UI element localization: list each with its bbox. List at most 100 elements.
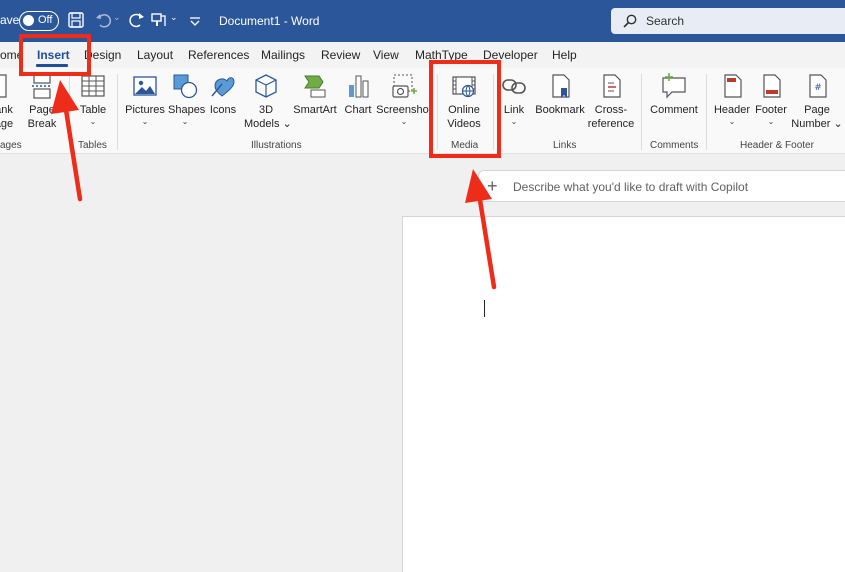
shapes-label: Shapes [168,104,206,116]
ribbon-tabs: ome Insert Design Layout References Mail… [0,42,845,68]
blank-page-label-2: age [0,118,14,130]
table-dropdown-icon: ⌄ [89,117,97,126]
cross-reference-label-1: Cross- [594,104,628,116]
blank-page-button[interactable]: ank age [0,72,18,131]
header-icon [724,74,742,98]
online-videos-highlight [429,60,501,158]
copilot-prompt-text: Describe what you'd like to draft with C… [513,180,749,194]
redo-icon[interactable] [126,10,146,30]
cross-reference-button[interactable]: Cross- reference [587,72,635,131]
toggle-state: Off [38,14,53,26]
bookmark-label: Bookmark [535,104,585,116]
page-number-button[interactable]: # Page Number ⌄ [791,72,843,131]
undo-icon[interactable] [94,10,114,30]
insert-tab-highlight [19,34,91,76]
comment-label: Comment [650,104,698,116]
page-number-label-2: Number ⌄ [791,118,843,130]
page-number-label-text: Number [791,118,831,130]
group-header-footer-label: Header & Footer [740,140,814,151]
blank-page-icon [0,74,7,98]
tab-mailings[interactable]: Mailings [261,48,305,62]
table-icon [81,75,105,97]
cross-reference-label-2: reference [587,118,635,130]
page-break-button[interactable]: Page Break [27,72,57,131]
icons-icon [211,77,235,97]
3d-models-label-2: Models ⌄ [244,118,292,130]
search-placeholder: Search [646,14,685,28]
3d-models-button[interactable]: 3D Models ⌄ [244,72,292,131]
ribbon-insert: ank age Page Break ages Table ⌄ Tables P… [0,68,845,154]
header-dropdown-icon: ⌄ [728,117,736,126]
group-separator [641,74,642,150]
save-icon[interactable] [66,10,86,30]
blank-page-label-1: ank [0,104,13,116]
screenshot-button[interactable]: Screenshot ⌄ [376,72,432,127]
smartart-label: SmartArt [293,104,337,116]
autosave-label: ave [0,13,20,27]
icons-button[interactable]: Icons [208,72,238,117]
shapes-dropdown-icon: ⌄ [181,117,189,126]
bookmark-icon [552,74,570,98]
format-painter-icon[interactable] [149,10,169,30]
tab-review[interactable]: Review [321,48,360,62]
page-number-icon: # [809,74,827,98]
group-illustrations-label: Illustrations [251,140,302,151]
chart-button[interactable]: Chart [343,72,373,117]
svg-text:#: # [814,83,822,93]
page-break-label-2: Break [27,118,57,130]
header-label: Header [713,104,751,116]
document-page[interactable] [402,216,845,572]
chart-icon [349,75,369,98]
group-separator [69,74,70,150]
toggle-knob [23,15,34,26]
icons-label: Icons [209,104,237,116]
shapes-icon [173,74,198,99]
screenshot-dropdown-icon: ⌄ [400,117,408,126]
3d-models-label-text: Models [244,118,280,130]
pictures-button[interactable]: Pictures ⌄ [124,72,166,127]
link-dropdown-icon: ⌄ [510,117,518,126]
screenshot-icon [392,74,417,98]
customize-qat-icon[interactable] [185,10,205,30]
table-button[interactable]: Table ⌄ [76,72,110,127]
header-button[interactable]: Header ⌄ [713,72,751,127]
smartart-button[interactable]: SmartArt [292,72,338,117]
comment-icon [662,73,686,99]
pictures-dropdown-icon: ⌄ [141,117,149,126]
link-label: Link [503,104,525,116]
footer-icon [763,74,781,98]
link-icon [502,79,526,94]
3d-models-label-1: 3D [258,104,274,116]
footer-label: Footer [755,104,787,116]
search-icon [623,14,637,28]
bookmark-button[interactable]: Bookmark [534,72,586,117]
tab-view[interactable]: View [373,48,399,62]
document-title: Document1 - Word [219,14,320,28]
text-cursor [484,300,485,317]
group-links-label: Links [553,140,577,151]
group-separator [117,74,118,150]
smartart-icon [304,75,326,98]
plus-icon: + [487,176,498,196]
comment-button[interactable]: Comment [648,72,700,117]
group-tables-label: Tables [78,140,107,151]
chart-label: Chart [344,104,372,116]
page-break-label-1: Page [29,104,55,116]
footer-button[interactable]: Footer ⌄ [753,72,789,127]
pictures-label: Pictures [125,104,165,116]
tab-help[interactable]: Help [552,48,577,62]
link-button[interactable]: Link ⌄ [499,72,529,127]
group-pages-label: ages [0,140,22,151]
copilot-prompt-bar[interactable]: + Describe what you'd like to draft with… [478,170,845,202]
cube-icon [255,74,277,98]
tab-references[interactable]: References [188,48,249,62]
page-number-label-1: Page [804,104,830,116]
page-break-icon [32,73,52,99]
cross-reference-icon [603,74,621,98]
autosave-toggle[interactable]: Off [19,11,59,31]
table-label: Table [79,104,107,116]
search-box[interactable]: Search [611,8,845,34]
group-separator [706,74,707,150]
tab-layout[interactable]: Layout [137,48,173,62]
shapes-button[interactable]: Shapes ⌄ [168,72,206,127]
